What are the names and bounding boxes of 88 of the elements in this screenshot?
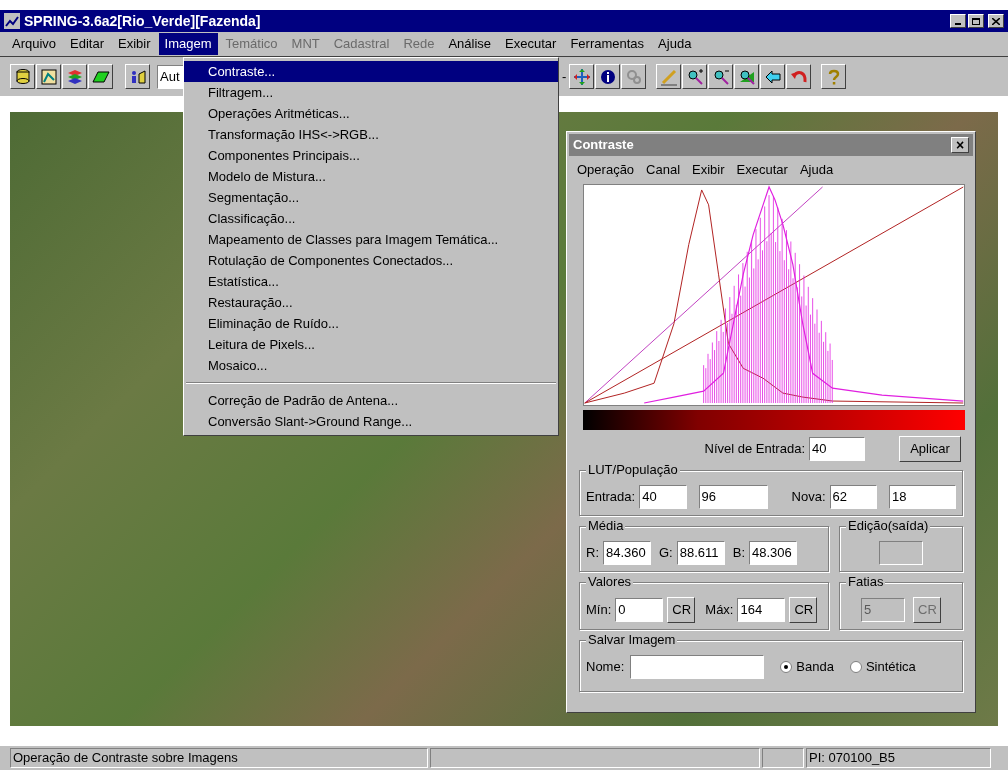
menu-entry[interactable]: Restauração...: [184, 292, 558, 313]
input-field[interactable]: 40: [639, 485, 687, 509]
menu-entry[interactable]: Leitura de Pixels...: [184, 334, 558, 355]
menu-item[interactable]: Canal: [642, 160, 685, 180]
window-title: SPRING-3.6a2[Rio_Verde][Fazenda]: [24, 11, 262, 31]
push-button[interactable]: CR: [667, 597, 696, 623]
input-field[interactable]: 88.611: [676, 541, 725, 565]
input-field[interactable]: 18: [888, 485, 956, 509]
maximize-icon: [972, 17, 980, 25]
menu-entry[interactable]: Componentes Principais...: [184, 145, 558, 166]
menu-entry[interactable]: Classificação...: [184, 208, 558, 229]
input-field[interactable]: 164: [737, 598, 786, 622]
pencil-icon[interactable]: [656, 64, 682, 89]
field-label: B:: [732, 544, 746, 563]
app-icon: [4, 13, 20, 29]
status-pane: [762, 748, 804, 768]
layers-icon[interactable]: [62, 64, 87, 89]
group-title: Edição(saída): [846, 518, 931, 534]
menu-item[interactable]: Imagem: [158, 33, 218, 55]
radio-option[interactable]: Sintética: [849, 657, 916, 677]
menu-item[interactable]: Editar: [64, 33, 111, 55]
menu-item[interactable]: Executar: [732, 160, 792, 180]
radio-option[interactable]: Banda: [780, 657, 834, 677]
menu-entry[interactable]: Filtragem...: [184, 82, 558, 103]
menu-entry[interactable]: Operações Aritméticas...: [184, 103, 558, 124]
close-button[interactable]: [988, 14, 1004, 28]
menu-item[interactable]: Operação: [573, 160, 639, 180]
menu-entry[interactable]: Segmentação...: [184, 187, 558, 208]
info-icon[interactable]: [595, 64, 621, 89]
close-icon: [992, 17, 1000, 25]
gears-icon[interactable]: [621, 64, 647, 89]
push-button[interactable]: Aplicar: [899, 436, 961, 462]
menu-entry[interactable]: Estatística...: [184, 271, 558, 292]
field-label: R:: [586, 544, 599, 563]
toolbar-text: -: [562, 67, 567, 86]
dialog-title: Contraste: [573, 136, 635, 155]
menu-item[interactable]: Ajuda: [652, 33, 698, 55]
menu-entry[interactable]: Correção de Padrão de Antena...: [184, 390, 558, 411]
zoom-area-icon[interactable]: [734, 64, 760, 89]
push-button[interactable]: CR: [789, 597, 818, 623]
status-plane: PI: 070100_B5: [806, 748, 991, 768]
menu-item[interactable]: Executar: [499, 33, 563, 55]
field-label: Nível de Entrada:: [704, 440, 805, 459]
menu-entry[interactable]: Mapeamento de Classes para Imagem Temática...: [184, 229, 558, 250]
minimize-button[interactable]: [950, 14, 966, 28]
input-field[interactable]: 40: [809, 437, 865, 461]
group-title: LUT/População: [586, 462, 680, 478]
person-chart-icon[interactable]: [125, 64, 150, 89]
input-field[interactable]: 0: [615, 598, 664, 622]
move-arrows-icon[interactable]: [569, 64, 595, 89]
maximize-button[interactable]: [968, 14, 984, 28]
input-field[interactable]: [630, 655, 765, 679]
input-field[interactable]: [879, 541, 923, 565]
menu-entry[interactable]: Rotulação de Componentes Conectados...: [184, 250, 558, 271]
input-field[interactable]: 62: [829, 485, 877, 509]
input-field[interactable]: 84.360: [603, 541, 651, 565]
help-icon[interactable]: [821, 64, 847, 89]
menu-entry[interactable]: Eliminação de Ruído...: [184, 313, 558, 334]
status-message: Operação de Contraste sobre Imagens: [10, 748, 428, 768]
zoom-out-icon[interactable]: [708, 64, 734, 89]
group-title: Salvar Imagem: [586, 632, 678, 648]
close-button[interactable]: ×: [951, 137, 969, 153]
field-label: G:: [659, 544, 673, 563]
minimize-icon: [955, 23, 961, 25]
radio-icon[interactable]: [780, 661, 793, 673]
menu-item[interactable]: Exibir: [688, 160, 729, 180]
menu-item[interactable]: Ajuda: [795, 160, 838, 180]
menu-entry[interactable]: Contraste...: [184, 61, 558, 82]
menu-entry[interactable]: Transformação IHS<->RGB...: [184, 124, 558, 145]
input-field[interactable]: 48.306: [749, 541, 798, 565]
field-label: Nova:: [791, 488, 826, 507]
field-label: Máx:: [705, 601, 734, 620]
menu-entry[interactable]: Modelo de Mistura...: [184, 166, 558, 187]
parallelogram-icon[interactable]: [88, 64, 113, 89]
field-label: Nome:: [586, 658, 625, 677]
database-icon[interactable]: [10, 64, 35, 89]
menu-item[interactable]: Análise: [442, 33, 498, 55]
menu-item[interactable]: Arquivo: [6, 33, 63, 55]
field-label: Entrada:: [586, 488, 636, 507]
chart-icon[interactable]: [36, 64, 61, 89]
field-label: Mín:: [586, 601, 612, 620]
radio-icon[interactable]: [849, 661, 862, 673]
menu-entry[interactable]: Conversão Slant->Ground Range...: [184, 411, 558, 432]
zoom-in-icon[interactable]: [682, 64, 708, 89]
menu-item[interactable]: Exibir: [112, 33, 157, 55]
input-field[interactable]: 96: [698, 485, 768, 509]
menu-item[interactable]: Ferramentas: [564, 33, 651, 55]
menu-entry[interactable]: Mosaico...: [184, 355, 558, 376]
